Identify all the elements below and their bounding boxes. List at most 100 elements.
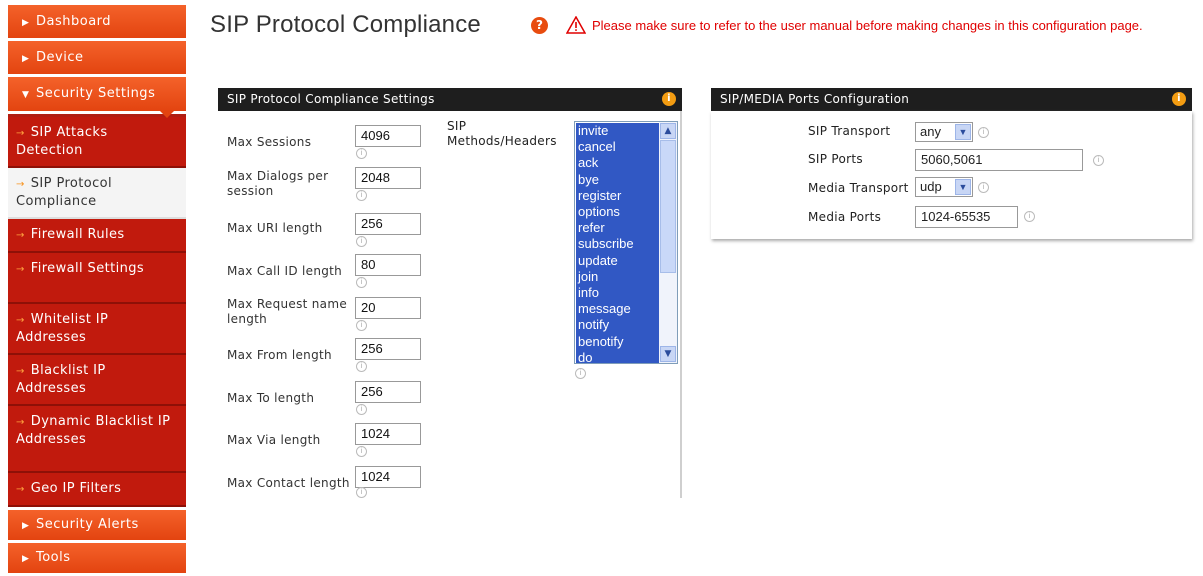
method-option[interactable]: cancel: [576, 139, 660, 155]
sidebar-item-geo-ip-filters[interactable]: → Geo IP Filters: [8, 473, 186, 507]
method-option[interactable]: message: [576, 301, 660, 317]
nav-item-security-settings[interactable]: ▼ Security Settings: [8, 77, 186, 118]
sidebar-item-sip-protocol-compliance[interactable]: → SIP Protocol Compliance: [8, 168, 186, 219]
panel-title: SIP Protocol Compliance Settings: [227, 92, 435, 106]
page-title: SIP Protocol Compliance: [210, 11, 481, 38]
scroll-thumb[interactable]: [660, 140, 676, 273]
max-request-name-length-label: Max Request name length: [227, 297, 348, 326]
method-option[interactable]: join: [576, 269, 660, 285]
select-value: udp: [920, 179, 942, 194]
info-icon[interactable]: i: [356, 236, 367, 247]
arrow-right-icon: →: [16, 179, 25, 190]
sip-transport-select[interactable]: any ▼: [915, 122, 973, 142]
sip-ports-label: SIP Ports: [808, 152, 863, 166]
max-call-id-length-label: Max Call ID length: [227, 264, 343, 278]
max-uri-length-input[interactable]: 256: [355, 213, 421, 235]
nav-item-security-alerts[interactable]: ▶ Security Alerts: [8, 510, 186, 540]
media-ports-input[interactable]: 1024-65535: [915, 206, 1018, 228]
info-icon[interactable]: i: [356, 277, 367, 288]
sidebar-nav: ▶ Dashboard ▶ Device ▼ Security Settings → S…: [8, 5, 186, 576]
max-request-name-length-input[interactable]: 20: [355, 297, 421, 319]
chevron-down-icon[interactable]: ▼: [955, 179, 971, 195]
arrow-right-icon: →: [16, 128, 25, 139]
select-value: any: [920, 124, 941, 139]
method-option[interactable]: update: [576, 253, 660, 269]
sidebar-item-whitelist-ip-addresses[interactable]: → Whitelist IP Addresses: [8, 304, 186, 355]
max-contact-length-input[interactable]: 1024: [355, 466, 421, 488]
max-via-length-input[interactable]: 1024: [355, 423, 421, 445]
method-option[interactable]: register: [576, 188, 660, 204]
info-icon[interactable]: i: [356, 404, 367, 415]
method-option[interactable]: bye: [576, 172, 660, 188]
scroll-down-icon[interactable]: ▼: [660, 346, 676, 362]
info-icon[interactable]: i: [356, 190, 367, 201]
method-option[interactable]: benotify: [576, 334, 660, 350]
methods-options: invite cancel ack bye register options refer su…: [576, 123, 660, 363]
caret-right-icon: ▶: [22, 54, 30, 64]
sip-methods-label: SIP Methods/Headers: [447, 119, 557, 149]
sidebar-item-label: Dynamic Blacklist IP Addresses: [16, 414, 171, 447]
max-sessions-input[interactable]: 4096: [355, 125, 421, 147]
info-icon[interactable]: i: [356, 487, 367, 498]
sidebar-item-dynamic-blacklist-ip-addresses[interactable]: → Dynamic Blacklist IP Addresses: [8, 406, 186, 473]
nav-item-dashboard[interactable]: ▶ Dashboard: [8, 5, 186, 38]
arrow-right-icon: →: [16, 230, 25, 241]
info-icon[interactable]: i: [356, 148, 367, 159]
max-sessions-label: Max Sessions: [227, 135, 312, 149]
nav-label: Security Alerts: [36, 517, 139, 532]
nav-label: Dashboard: [36, 14, 112, 29]
max-from-length-input[interactable]: 256: [355, 338, 421, 360]
nav-item-device[interactable]: ▶ Device: [8, 41, 186, 74]
caret-right-icon: ▶: [22, 18, 30, 28]
method-option[interactable]: subscribe: [576, 236, 660, 252]
help-icon[interactable]: ?: [531, 17, 548, 34]
media-transport-select[interactable]: udp ▼: [915, 177, 973, 197]
info-icon[interactable]: i: [1093, 155, 1104, 166]
method-option[interactable]: ack: [576, 155, 660, 171]
max-dialogs-label: Max Dialogs per session: [227, 169, 329, 198]
info-icon[interactable]: i: [978, 182, 989, 193]
media-transport-label: Media Transport: [808, 181, 909, 195]
max-uri-length-label: Max URI length: [227, 221, 323, 235]
media-ports-label: Media Ports: [808, 210, 882, 224]
max-to-length-label: Max To length: [227, 391, 315, 405]
nav-label: Device: [36, 50, 84, 65]
info-icon[interactable]: i: [662, 92, 676, 106]
method-option[interactable]: notify: [576, 317, 660, 333]
nav-label: Security Settings: [36, 86, 156, 101]
info-icon[interactable]: i: [575, 368, 586, 379]
info-icon[interactable]: i: [1172, 92, 1186, 106]
scrollbar[interactable]: ▲ ▼: [659, 122, 677, 363]
max-dialogs-input[interactable]: 2048: [355, 167, 421, 189]
arrow-right-icon: →: [16, 315, 25, 326]
sip-ports-input[interactable]: 5060,5061: [915, 149, 1083, 171]
sidebar-item-label: Whitelist IP Addresses: [16, 312, 109, 345]
max-call-id-length-input[interactable]: 80: [355, 254, 421, 276]
info-icon[interactable]: i: [356, 446, 367, 457]
chevron-down-icon[interactable]: ▼: [955, 124, 971, 140]
method-option[interactable]: invite: [576, 123, 660, 139]
security-submenu: → SIP Attacks Detection → SIP Protocol Com…: [8, 114, 186, 507]
sip-methods-multiselect[interactable]: invite cancel ack bye register options refer su…: [574, 121, 678, 364]
method-option[interactable]: options: [576, 204, 660, 220]
method-option[interactable]: info: [576, 285, 660, 301]
sip-transport-label: SIP Transport: [808, 124, 891, 138]
info-icon[interactable]: i: [356, 320, 367, 331]
method-option[interactable]: refer: [576, 220, 660, 236]
info-icon[interactable]: i: [978, 127, 989, 138]
info-icon[interactable]: i: [356, 361, 367, 372]
scroll-up-icon[interactable]: ▲: [660, 123, 676, 139]
sidebar-item-sip-attacks-detection[interactable]: → SIP Attacks Detection: [8, 117, 186, 168]
max-via-length-label: Max Via length: [227, 433, 321, 447]
info-icon[interactable]: i: [1024, 211, 1035, 222]
nav-label: Tools: [36, 550, 71, 565]
max-to-length-input[interactable]: 256: [355, 381, 421, 403]
sidebar-item-firewall-rules[interactable]: → Firewall Rules: [8, 219, 186, 253]
sidebar-item-blacklist-ip-addresses[interactable]: → Blacklist IP Addresses: [8, 355, 186, 406]
methods-label-line1: SIP: [447, 119, 467, 133]
arrow-right-icon: →: [16, 417, 25, 428]
arrow-right-icon: →: [16, 484, 25, 495]
sidebar-item-firewall-settings[interactable]: → Firewall Settings: [8, 253, 186, 304]
method-option[interactable]: do: [576, 350, 660, 363]
nav-item-tools[interactable]: ▶ Tools: [8, 543, 186, 573]
